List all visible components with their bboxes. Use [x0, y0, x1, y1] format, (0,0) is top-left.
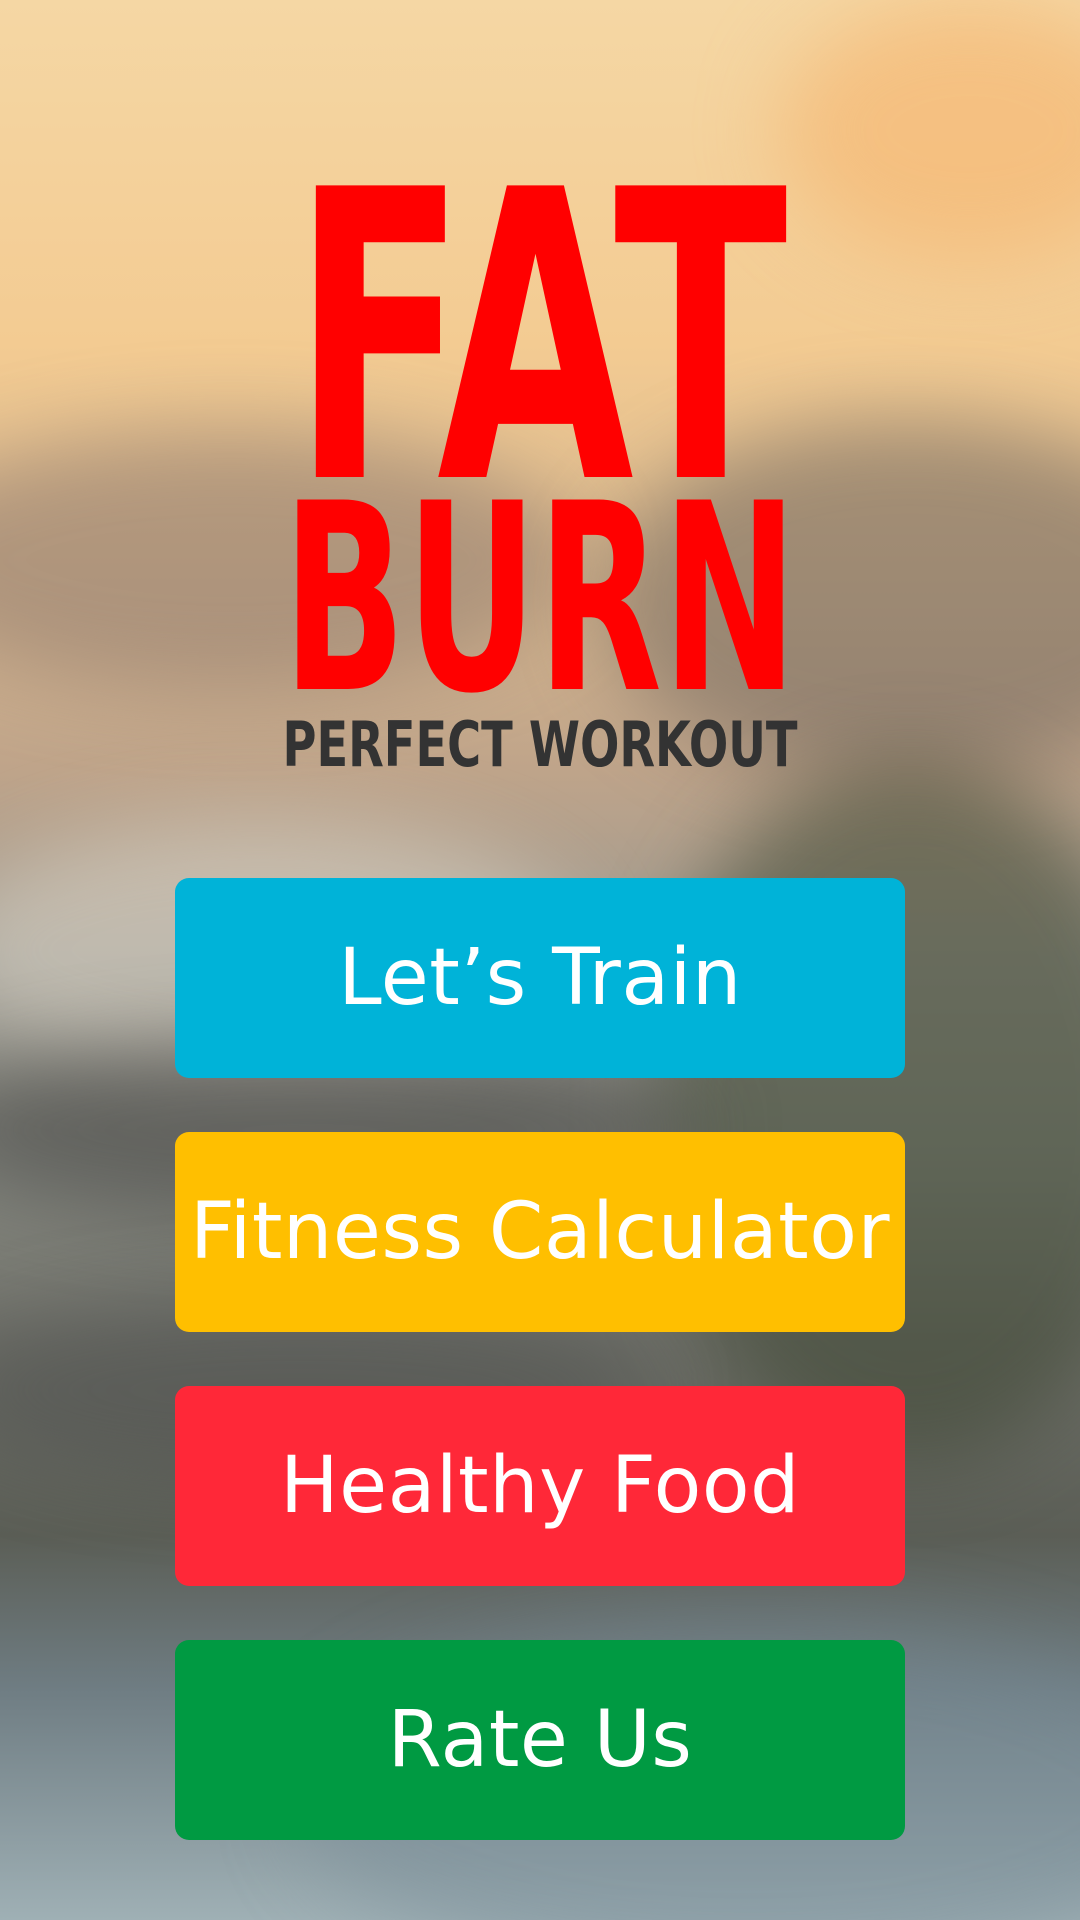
logo-tagline: PERFECT WORKOUT — [283, 708, 798, 781]
rate-us-button[interactable]: Rate Us — [175, 1640, 905, 1840]
healthy-food-button[interactable]: Healthy Food — [175, 1386, 905, 1586]
app-logo: FAT BURN PERFECT WORKOUT — [0, 0, 1080, 800]
lets-train-button[interactable]: Let’s Train — [175, 878, 905, 1078]
logo-burn: BURN — [283, 449, 798, 751]
fitness-calculator-button[interactable]: Fitness Calculator — [175, 1132, 905, 1332]
